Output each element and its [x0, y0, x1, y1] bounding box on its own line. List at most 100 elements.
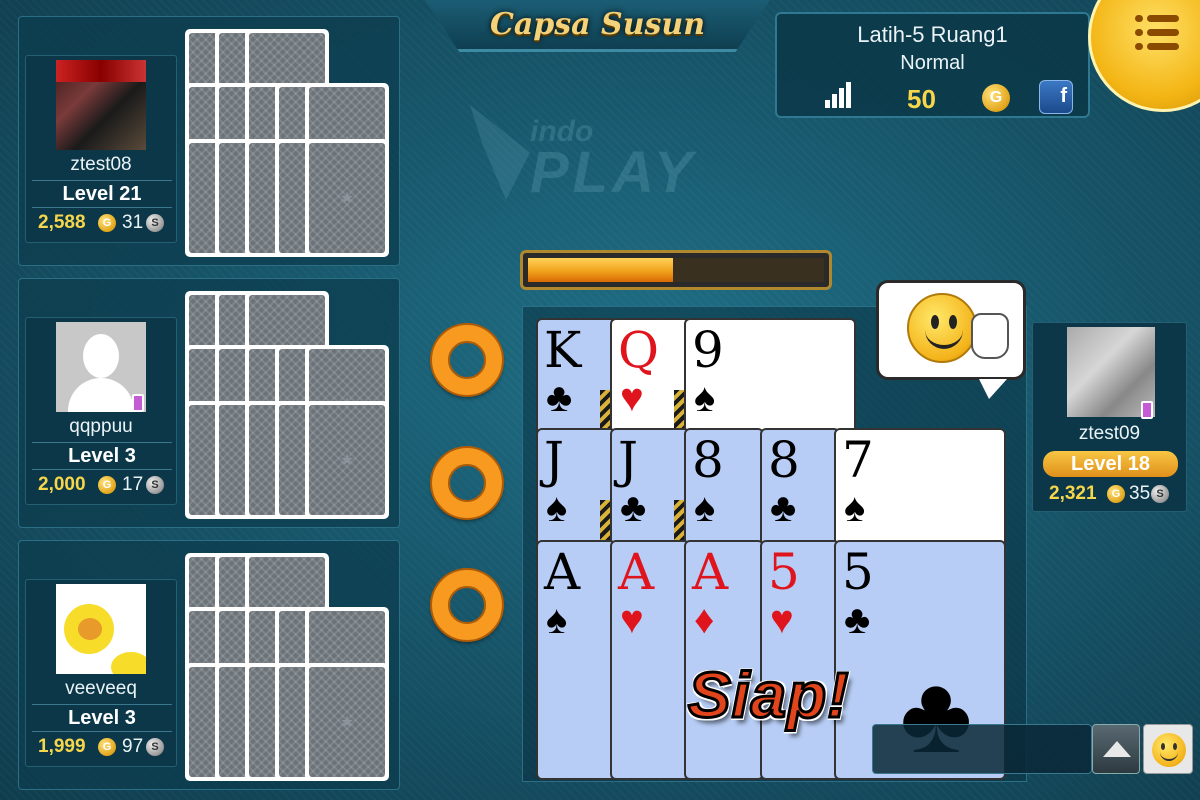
card-back: ★ [305, 663, 389, 781]
player-panel-2[interactable]: qqppuu Level 3 2,000 G 17 S ★★★ [18, 278, 400, 528]
room-mode: Normal [900, 52, 965, 74]
gold-coin-icon: G [98, 738, 116, 756]
playing-card-middle-2[interactable]: J ♣ [610, 428, 690, 550]
facebook-share-button[interactable]: f [1039, 80, 1073, 114]
card-suit-icon: ♠ [546, 486, 568, 530]
bet-value: 50 [907, 84, 936, 114]
card-rank: J [544, 431, 565, 489]
gold-amount: 2,000 [38, 474, 86, 495]
card-rank: J [618, 431, 639, 489]
card-back-star-icon: ★ [339, 190, 355, 207]
player-level-badge: Level 18 [1043, 451, 1178, 477]
timer-track [528, 258, 824, 282]
player-name: ztest08 [70, 154, 132, 175]
card-suit-icon: ♣ [770, 486, 797, 530]
card-rank: A [692, 543, 729, 601]
card-suit-icon: ♠ [694, 376, 716, 420]
indoplay-watermark: indo PLAY [470, 105, 750, 205]
gold-coin-icon: G [982, 84, 1010, 112]
timer-fill [528, 258, 674, 282]
silver-coin-icon: S [146, 476, 164, 494]
card-suit-icon: ♠ [546, 598, 568, 642]
player-level: Level 3 [32, 704, 172, 732]
card-rank: Q [618, 321, 659, 379]
emote-speech-bubble [876, 280, 1026, 399]
card-rank: 5 [768, 543, 800, 601]
gold-amount: 2,588 [38, 212, 86, 233]
chat-expand-button[interactable] [1092, 724, 1140, 774]
playing-card-middle-1[interactable]: J ♠ [536, 428, 616, 550]
menu-button[interactable] [1088, 0, 1200, 112]
playing-card-middle-3[interactable]: 8 ♠ [684, 428, 764, 550]
player-panel-right[interactable]: ztest09 Level 18 2,321 G 35 S [1032, 322, 1187, 512]
silver-coin-icon: S [1151, 485, 1169, 503]
room-info-panel: Latih-5 Ruang1 Normal 50 G f [775, 12, 1090, 118]
card-rank: A [618, 543, 655, 601]
card-suit-icon: ♣ [620, 486, 647, 530]
player-money: 2,000 G 17 S [26, 474, 176, 500]
card-suit-icon: ♦ [694, 598, 715, 642]
playing-card-middle-4[interactable]: 8 ♣ [760, 428, 840, 550]
player-money: 2,321 G 35 S [1033, 483, 1186, 509]
player-name: qqppuu [69, 416, 133, 437]
player-name: ztest09 [1078, 423, 1141, 444]
card-rank: 9 [692, 321, 724, 379]
card-back-star-icon: ★ [339, 452, 355, 469]
level-label: Level [1071, 453, 1123, 475]
card-rank: 8 [768, 431, 800, 489]
card-suit-icon: ♣ [546, 376, 573, 420]
mobile-device-icon [1141, 401, 1153, 419]
watermark-big-text: PLAY [530, 140, 697, 205]
game-title: Capsa Susun [489, 7, 706, 42]
card-suit-icon: ♣ [844, 598, 871, 642]
playing-card-top-3[interactable]: 9 ♠ [684, 318, 856, 440]
card-rank: A [544, 543, 581, 601]
silver-amount: 31 [122, 212, 144, 233]
chat-input[interactable] [872, 724, 1092, 774]
wing-logo-icon [470, 105, 530, 200]
playing-card-middle-5[interactable]: 7 ♠ [834, 428, 1006, 550]
playing-card-bottom-1[interactable]: A ♠ [536, 540, 616, 780]
player-money: 2,588 G 31 S [26, 212, 176, 238]
signal-strength-icon [825, 82, 851, 108]
mobile-device-icon [132, 394, 144, 412]
smiley-icon [1152, 733, 1186, 767]
silver-amount: 35 [1129, 483, 1151, 504]
silver-coin-icon: S [146, 738, 164, 756]
player-panel-1[interactable]: ztest08 Level 21 2,588 G 31 S ★★★ [18, 16, 400, 266]
playing-card-top-1[interactable]: K ♣ [536, 318, 616, 440]
player-info-card[interactable]: qqppuu Level 3 2,000 G 17 S [25, 317, 177, 505]
middle-row-marker [432, 448, 502, 518]
player-info-card[interactable]: ztest08 Level 21 2,588 G 31 S [25, 55, 177, 243]
level-number: 18 [1127, 453, 1150, 475]
bottom-row-marker [432, 570, 502, 640]
player-info-card[interactable]: veeveeq Level 3 1,999 G 97 S [25, 579, 177, 767]
top-row-marker [432, 325, 502, 395]
card-suit-icon: ♠ [694, 486, 716, 530]
playing-card-top-2[interactable]: Q ♥ [610, 318, 690, 440]
silver-amount: 97 [122, 736, 144, 757]
silver-amount: 17 [122, 474, 144, 495]
room-name: Latih-5 Ruang1 [857, 22, 1008, 47]
card-rank: 5 [842, 543, 874, 601]
card-rank: 8 [692, 431, 724, 489]
player-avatar [56, 584, 146, 674]
gold-amount: 2,321 [1049, 483, 1097, 504]
card-suit-icon: ♠ [844, 486, 866, 530]
ready-status-text: Siap! [686, 658, 850, 733]
card-back: ★ [305, 139, 389, 257]
card-suit-icon: ♥ [770, 598, 794, 642]
turn-timer-bar [520, 250, 832, 290]
player-panel-3[interactable]: veeveeq Level 3 1,999 G 97 S ★★★ [18, 540, 400, 790]
playing-card-bottom-2[interactable]: A ♥ [610, 540, 690, 780]
silver-coin-icon: S [146, 214, 164, 232]
card-suit-icon: ♥ [620, 598, 644, 642]
emoji-button[interactable] [1143, 724, 1193, 774]
gold-coin-icon: G [1107, 485, 1125, 503]
smiley-face-icon [907, 293, 977, 363]
player-avatar [56, 60, 146, 150]
card-rank: 7 [842, 431, 874, 489]
menu-list-icon [1135, 15, 1179, 55]
card-rank: K [544, 321, 582, 379]
game-title-banner: Capsa Susun [425, 0, 770, 52]
